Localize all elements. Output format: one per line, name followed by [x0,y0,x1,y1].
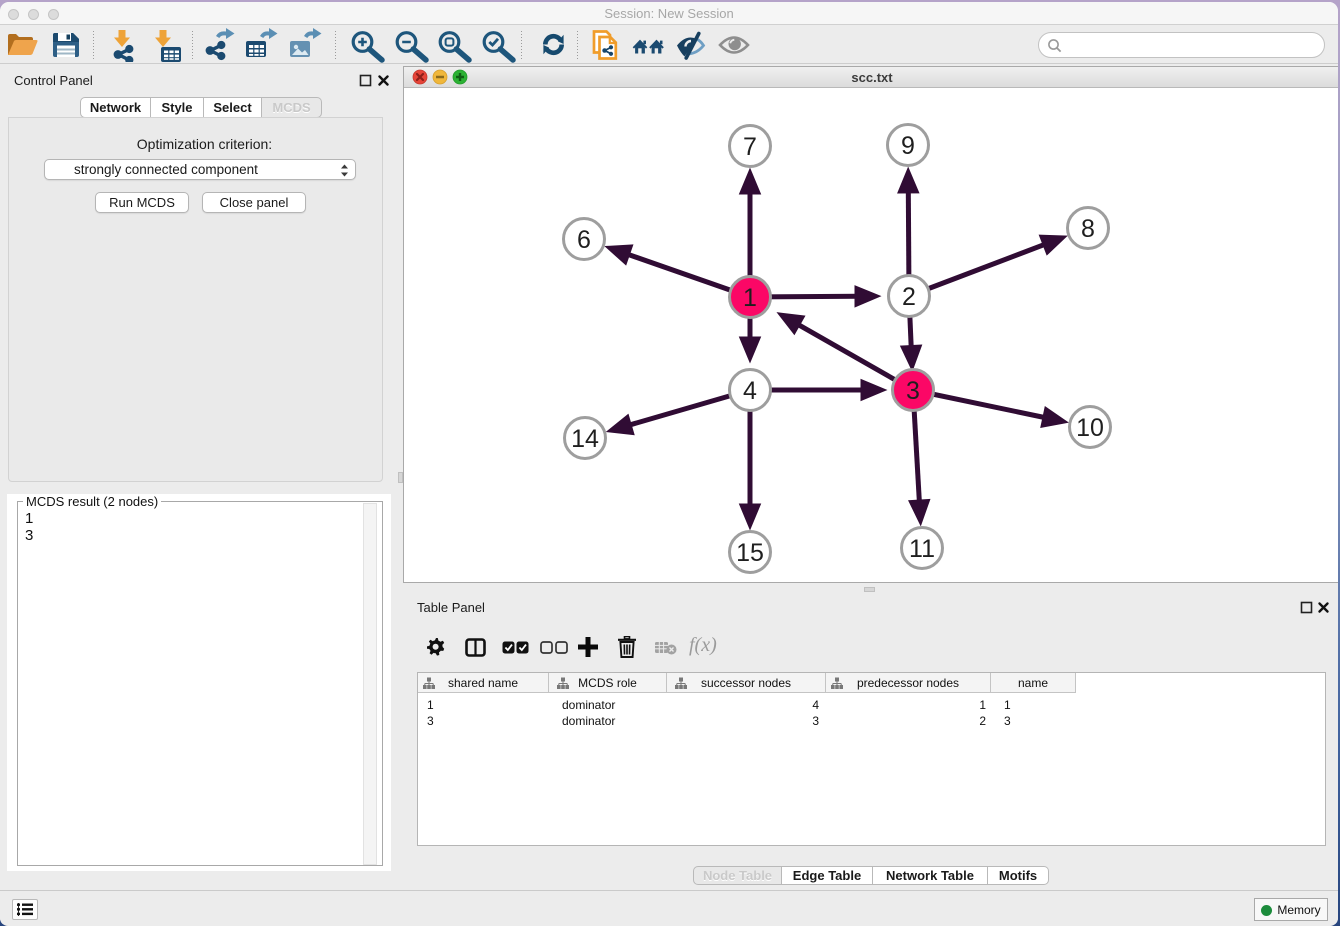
svg-text:9: 9 [901,132,915,160]
svg-text:4: 4 [743,377,757,405]
svg-text:2: 2 [902,283,916,311]
svg-text:15: 15 [736,539,764,567]
svg-text:8: 8 [1081,215,1095,243]
svg-text:14: 14 [571,425,599,453]
svg-text:1: 1 [743,284,757,312]
svg-text:11: 11 [909,535,935,563]
svg-text:10: 10 [1076,414,1104,442]
svg-text:7: 7 [743,133,757,161]
svg-text:3: 3 [906,377,920,405]
svg-text:6: 6 [577,226,591,254]
